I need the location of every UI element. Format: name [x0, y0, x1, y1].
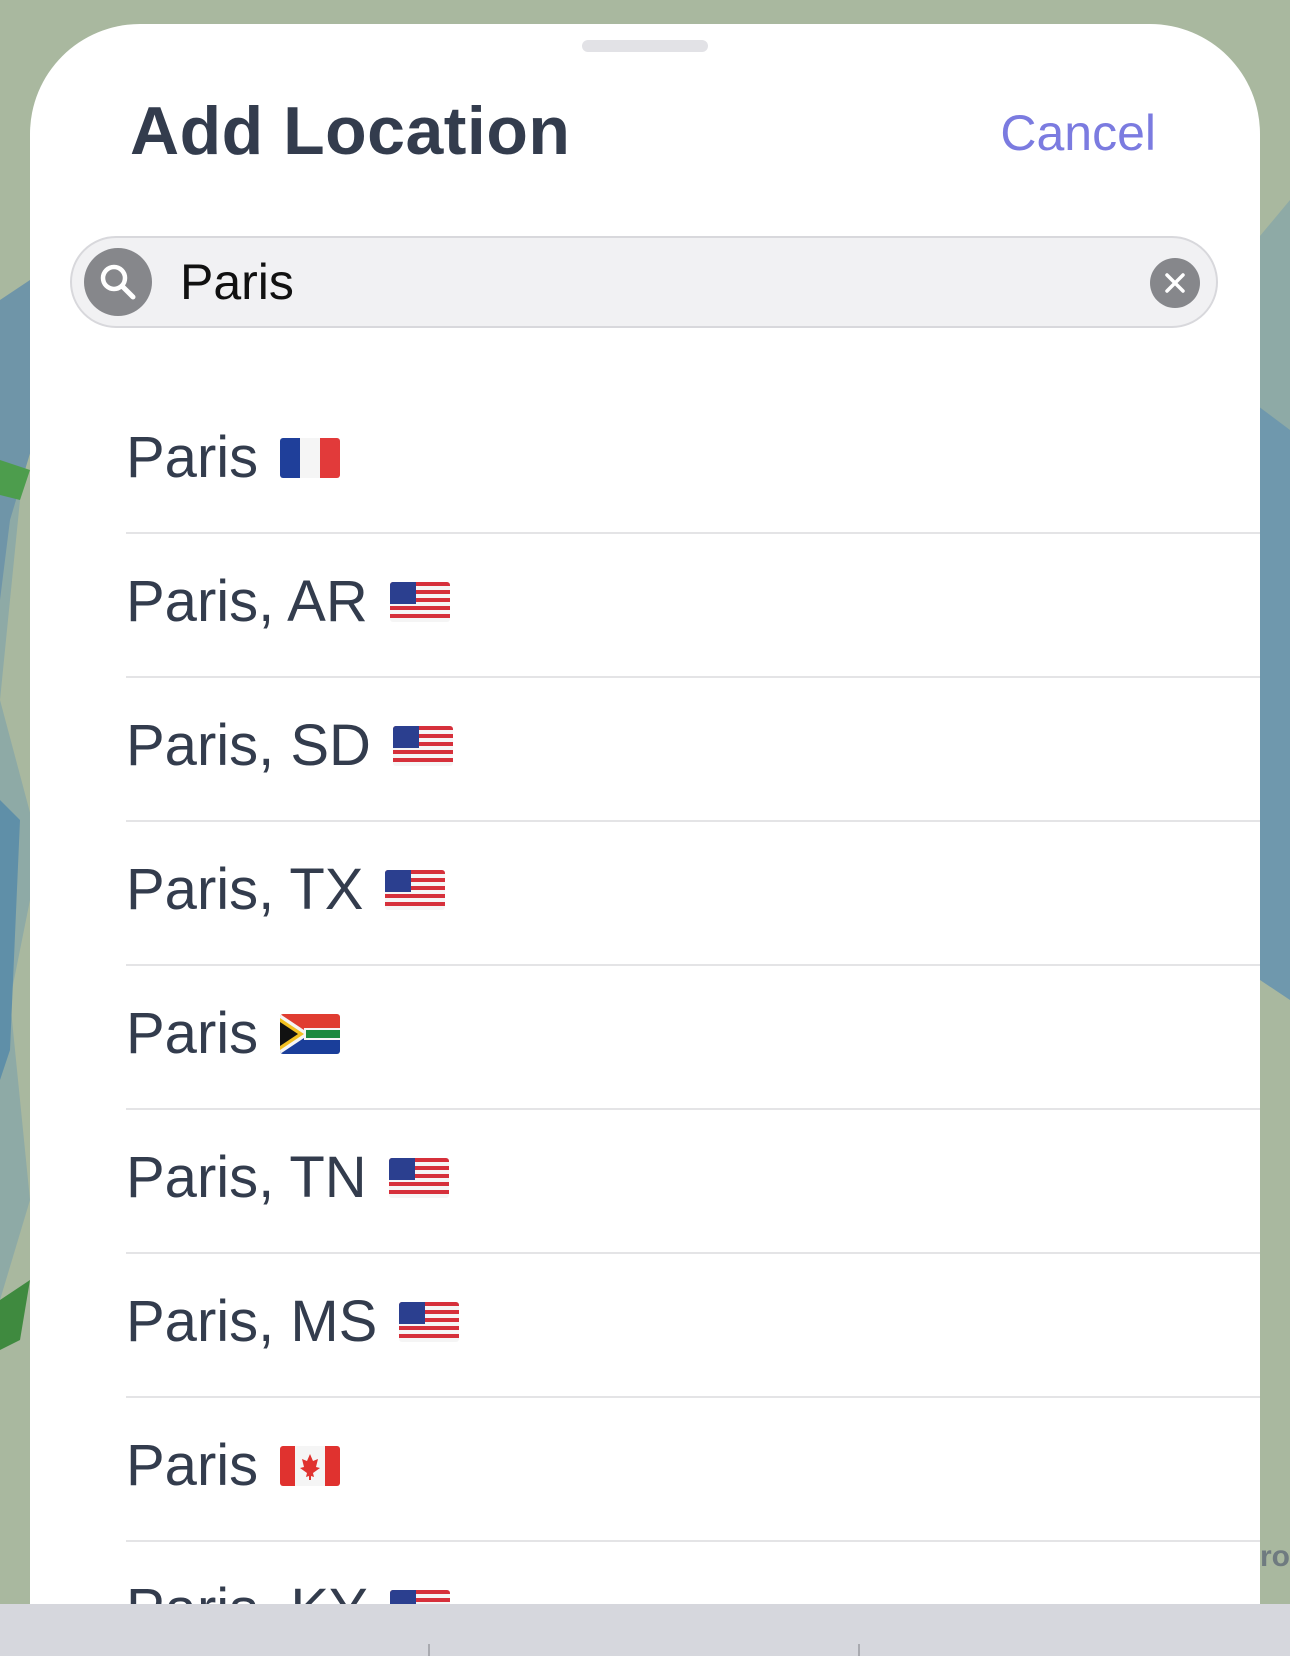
sheet-grabber[interactable] — [582, 40, 708, 52]
result-label: Paris, TX — [126, 857, 364, 922]
add-location-sheet: Add Location Cancel Paris Paris Paris, A… — [30, 24, 1260, 1604]
result-item: Paris, TX — [126, 856, 446, 923]
usa-flag-icon — [392, 725, 453, 766]
result-label: Paris, AR — [126, 569, 368, 634]
search-bar[interactable] — [70, 236, 1218, 328]
result-item: Paris, KY — [126, 1576, 450, 1604]
result-row[interactable]: Paris, MS — [30, 1254, 1260, 1398]
result-label: Paris, KY — [126, 1576, 368, 1604]
result-label: Paris, SD — [126, 713, 371, 778]
result-label: Paris, MS — [126, 1289, 378, 1354]
bottom-toolbar — [0, 1604, 1290, 1656]
france-flag-icon — [280, 437, 341, 478]
search-icon — [84, 248, 152, 316]
result-item: Paris — [126, 1432, 341, 1499]
result-item: Paris — [126, 1000, 341, 1067]
result-label: Paris — [126, 425, 259, 490]
result-item: Paris, SD — [126, 712, 453, 779]
result-item: Paris, TN — [126, 1144, 449, 1211]
search-input[interactable] — [180, 252, 1080, 312]
usa-flag-icon — [399, 1301, 460, 1342]
result-row[interactable]: Paris, SD — [30, 678, 1260, 822]
usa-flag-icon — [389, 581, 450, 622]
page-title: Add Location — [130, 93, 571, 169]
result-label: Paris, TN — [126, 1145, 367, 1210]
usa-flag-icon — [385, 869, 446, 910]
clear-search-icon[interactable] — [1150, 258, 1200, 308]
south-africa-flag-icon — [280, 1013, 341, 1054]
result-row[interactable]: Paris, TX — [30, 822, 1260, 966]
result-item: Paris — [126, 424, 341, 491]
result-item: Paris, MS — [126, 1288, 460, 1355]
map-place-label: ro — [1260, 1540, 1290, 1573]
usa-flag-icon — [388, 1157, 449, 1198]
result-label: Paris — [126, 1001, 259, 1066]
toolbar-separator — [428, 1644, 430, 1656]
cancel-button[interactable]: Cancel — [1000, 104, 1156, 162]
toolbar-separator — [858, 1644, 860, 1656]
result-row[interactable]: Paris — [30, 390, 1260, 534]
result-row[interactable]: Paris — [30, 966, 1260, 1110]
result-label: Paris — [126, 1433, 259, 1498]
usa-flag-icon — [389, 1589, 450, 1604]
result-row[interactable]: Paris — [30, 1398, 1260, 1542]
canada-flag-icon — [280, 1445, 341, 1486]
result-row[interactable]: Paris, AR — [30, 534, 1260, 678]
results-list: Paris Paris, AR Paris, SD Paris, TX Pari… — [30, 390, 1260, 1604]
result-item: Paris, AR — [126, 568, 450, 635]
result-row[interactable]: Paris, KY — [30, 1542, 1260, 1604]
result-row[interactable]: Paris, TN — [30, 1110, 1260, 1254]
